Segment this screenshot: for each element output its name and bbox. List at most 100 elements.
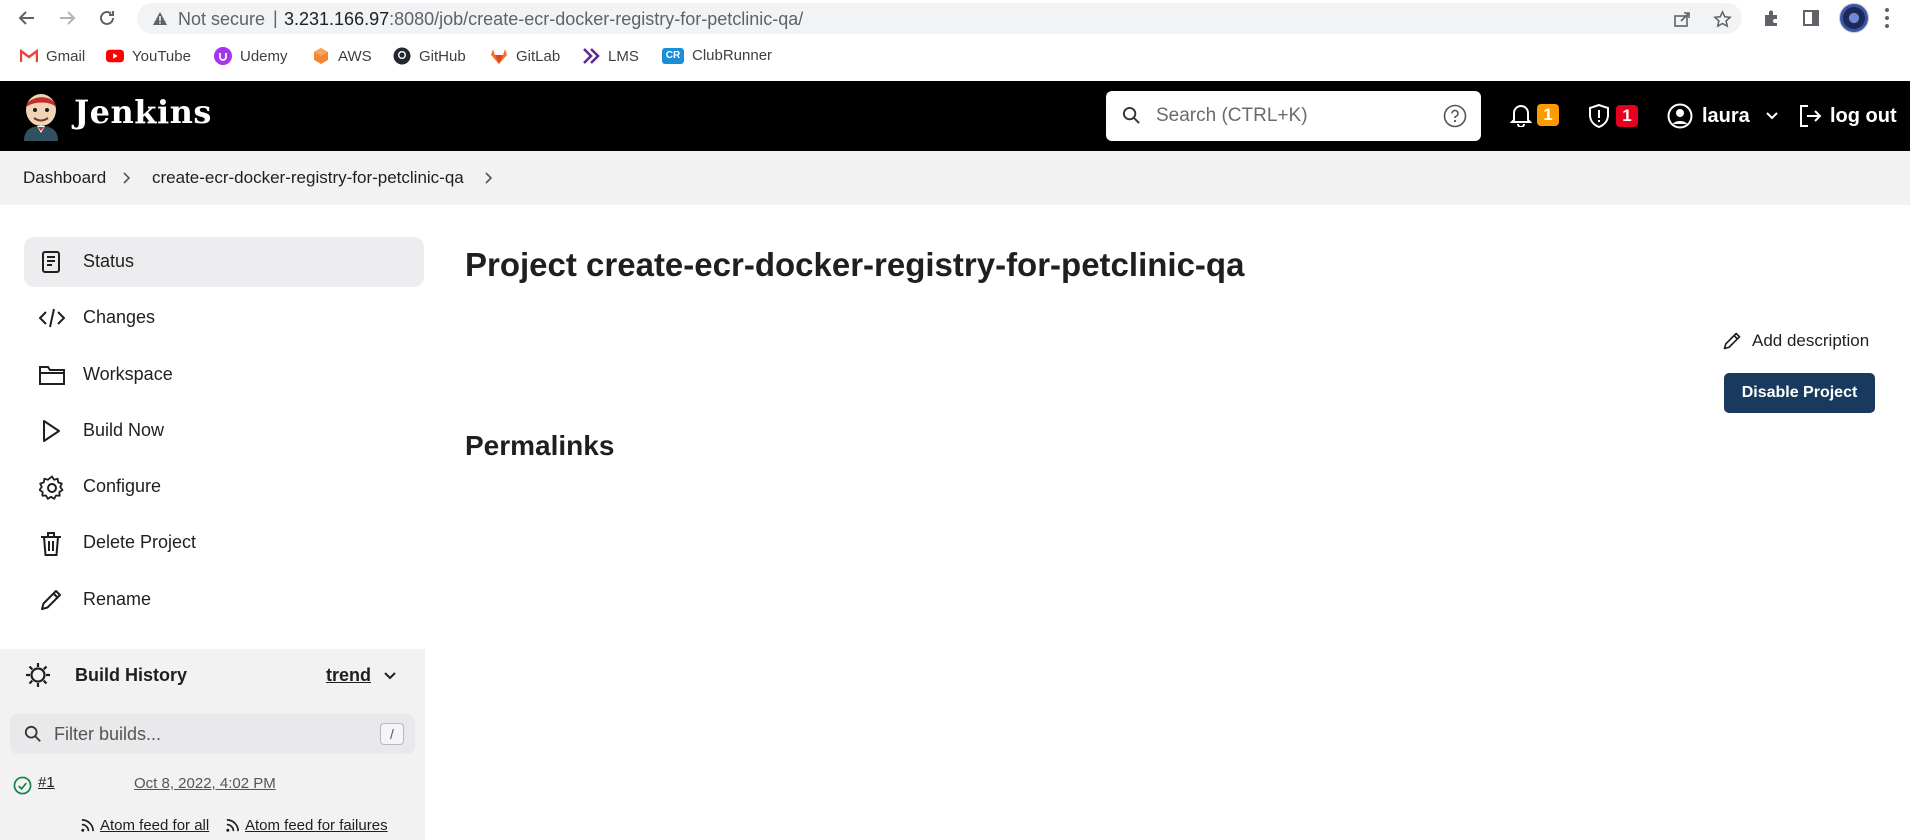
star-icon[interactable] [1711,8,1733,30]
play-icon [39,419,63,443]
chevron-down-icon [1765,111,1779,121]
bookmark-lms[interactable]: LMS [582,47,639,65]
task-label: Changes [83,307,156,327]
breadcrumb: Dashboard create-ecr-docker-registry-for… [0,151,1910,205]
bookmark-aws[interactable]: AWS [312,47,372,65]
task-configure[interactable]: Configure [24,462,424,512]
page-title: Project create-ecr-docker-registry-for-p… [465,246,1245,283]
add-description-link[interactable]: Add description [1722,331,1869,351]
bookmark-udemy[interactable]: Udemy [214,47,288,65]
disable-project-button[interactable]: Disable Project [1724,373,1875,413]
bookmark-label: GitHub [419,47,466,65]
url-host: 3.231.166.97 [284,9,390,29]
rss-icon [225,818,240,833]
search-input[interactable] [1156,103,1416,129]
gitlab-icon [490,47,508,65]
share-icon[interactable] [1671,8,1693,30]
atom-feed-failures-link[interactable]: Atom feed for failures [225,817,388,834]
warning-icon [152,11,168,26]
search-box[interactable] [1106,91,1481,141]
task-build-now[interactable]: Build Now [24,406,424,456]
help-icon[interactable] [1443,104,1467,128]
task-delete-project[interactable]: Delete Project [24,518,424,568]
user-menu[interactable]: laura [1667,103,1779,129]
logout-label: log out [1830,104,1897,127]
address-bar[interactable]: Not secure | 3.231.166.97:8080/job/creat… [137,3,1742,34]
trash-icon [39,531,63,556]
back-button[interactable] [13,4,41,32]
task-label: Build Now [83,420,165,440]
user-icon [1667,103,1693,129]
breadcrumb-dashboard[interactable]: Dashboard [23,168,106,188]
success-check-icon [13,776,32,795]
user-name: laura [1702,104,1750,127]
github-icon [393,47,411,65]
bookmark-label: Gmail [46,47,86,65]
url-text[interactable]: 3.231.166.97:8080/job/create-ecr-docker-… [284,9,803,30]
forward-button[interactable] [53,4,81,32]
profile-avatar[interactable] [1839,3,1869,33]
jenkins-header: Jenkins 1 1 laura log out [0,81,1910,151]
build-filter-container: / [0,702,425,764]
build-history-title: Build History [75,665,188,685]
reload-button[interactable] [93,4,121,32]
task-rename[interactable]: Rename [24,575,424,625]
youtube-icon [106,47,124,65]
task-label: Status [83,251,135,271]
rss-icon [80,818,95,833]
security-label[interactable]: Not secure [178,9,265,30]
gmail-icon [20,47,38,65]
url-path: :8080/job/create-ecr-docker-registry-for… [389,9,804,29]
url-separator: | [273,8,278,28]
permalinks-heading: Permalinks [465,430,615,461]
task-workspace[interactable]: Workspace [24,350,424,400]
build-filter[interactable]: / [10,714,415,754]
breadcrumb-job[interactable]: create-ecr-docker-registry-for-petclinic… [152,168,464,188]
search-icon [1122,106,1141,125]
side-panel-icon[interactable] [1799,6,1823,30]
notifications-button[interactable]: 1 [1510,103,1559,127]
chevron-right-icon[interactable] [122,171,132,185]
bookmark-gitlab[interactable]: GitLab [490,47,560,65]
task-label: Rename [83,589,152,609]
notepad-icon [39,250,63,274]
pencil-icon [39,588,63,612]
logout-button[interactable]: log out [1797,103,1897,129]
bookmark-clubrunner[interactable]: CR ClubRunner [662,47,772,64]
bookmark-label: Udemy [240,47,288,65]
chevron-down-icon[interactable] [383,671,397,681]
bookmark-label: ClubRunner [692,47,773,64]
chevron-right-icon[interactable] [484,171,494,185]
security-badge: 1 [1616,105,1638,127]
atom-feeds: Atom feed for all Atom feed for failures [0,804,425,840]
build-history-icon [24,661,52,689]
trend-link[interactable]: trend [326,665,371,686]
notifications-badge: 1 [1537,104,1559,126]
atom-feed-all-link[interactable]: Atom feed for all [80,817,209,834]
security-button[interactable]: 1 [1587,103,1638,129]
add-description-label: Add description [1752,331,1870,350]
jenkins-brand[interactable]: Jenkins [74,93,212,131]
task-changes[interactable]: Changes [24,293,424,343]
folder-icon [39,363,65,387]
build-history-header: Build History trend [0,649,425,702]
build-number-link[interactable]: #1 [38,774,55,791]
build-date-link[interactable]: Oct 8, 2022, 4:02 PM [134,775,276,792]
browser-menu-icon[interactable] [1884,7,1890,29]
jenkins-logo-icon[interactable] [20,91,62,141]
browser-toolbar: Not secure | 3.231.166.97:8080/job/creat… [0,0,1910,36]
atom-feed-all-label: Atom feed for all [100,817,210,834]
task-label: Workspace [83,364,173,384]
aws-icon [312,47,330,65]
bookmark-youtube[interactable]: YouTube [106,47,191,65]
udemy-icon [214,47,232,65]
task-status[interactable]: Status [24,237,424,287]
bookmark-github[interactable]: GitHub [393,47,466,65]
extensions-icon[interactable] [1759,6,1783,30]
build-row: #1 Oct 8, 2022, 4:02 PM [0,764,425,804]
arrow-right-icon [60,11,76,25]
gear-icon [39,475,64,500]
bookmark-gmail[interactable]: Gmail [20,47,85,65]
bookmark-label: AWS [338,47,372,65]
filter-builds-input[interactable] [54,722,354,746]
